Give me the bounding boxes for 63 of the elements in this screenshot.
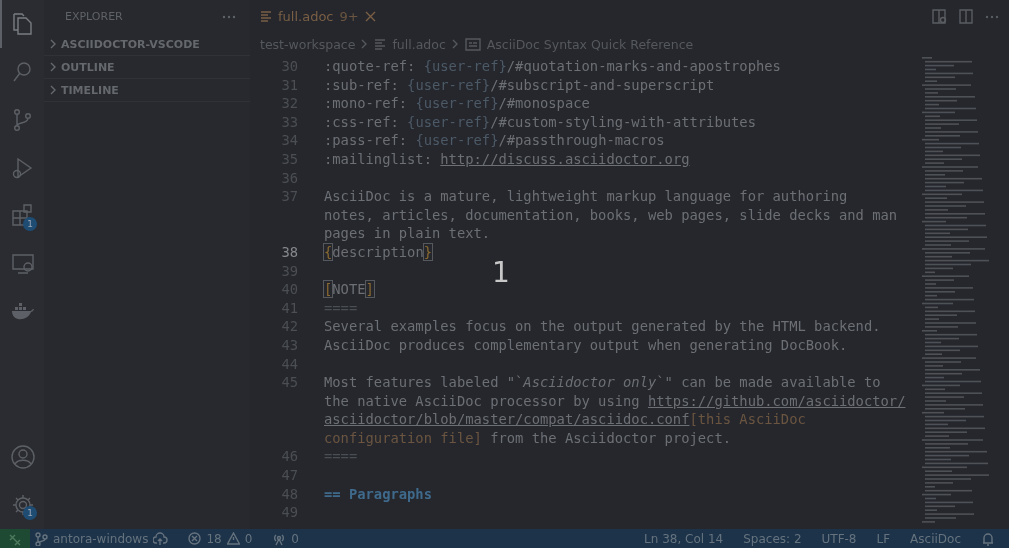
more-actions-icon[interactable] (222, 14, 236, 19)
file-lines-icon (260, 10, 272, 23)
settings-gear-icon (10, 492, 36, 518)
more-actions-icon[interactable] (985, 14, 999, 19)
code-line: :mailinglist: http://discuss.asciidoctor.org (323, 149, 690, 169)
ports-count[interactable]: 0 (291, 531, 299, 546)
code-line: :css-ref: {user-ref}/#custom-styling-with-attributes (323, 112, 756, 132)
section-header[interactable]: TIMELINE (44, 79, 250, 102)
branch-name[interactable]: antora-windows (53, 531, 149, 546)
warning-count[interactable]: 0 (244, 531, 253, 546)
error-count[interactable]: 18 (206, 531, 222, 546)
chevron-icon (49, 39, 57, 49)
code-line: Most features labeled "`Asciidoctor only`" can be made available to (323, 373, 881, 392)
section-header[interactable]: ASCIIDOCTOR-VSCODE (44, 33, 250, 56)
code-line: Several examples focus on the output generated by the HTML backend. (323, 317, 881, 336)
error-icon[interactable] (188, 532, 202, 545)
status-item[interactable]: LF (876, 531, 891, 546)
file-lines-icon (374, 37, 387, 51)
section-header[interactable]: OUTLINE (44, 56, 250, 79)
code-line: AsciiDoc is a mature, lightweight markup language for authoring (323, 187, 848, 206)
code-line: AsciiDoc produces complementary output when generating DocBook. (323, 335, 848, 355)
remote-explorer-icon (10, 251, 36, 277)
line-number: 38 (280, 242, 298, 262)
code-line: notes, articles, documentation, books, web pages, slide decks and man (323, 205, 898, 225)
problem-count: 9+ (339, 9, 359, 24)
warning-icon[interactable] (226, 532, 240, 545)
chevron-icon (361, 39, 369, 49)
status-item[interactable]: UTF-8 (821, 531, 857, 546)
status-item[interactable]: Ln 38, Col 14 (644, 531, 724, 546)
symbol-icon (464, 37, 481, 51)
code-line: configuration file] from the Asciidoctor project. (323, 428, 732, 448)
activity-item[interactable]: 1 (0, 481, 44, 529)
cloud-upload-icon[interactable] (153, 531, 169, 546)
chevron-icon (451, 39, 459, 49)
explorer-title: EXPLORER (65, 10, 123, 23)
chevron-icon (49, 85, 57, 95)
split-editor-icon[interactable] (959, 9, 973, 24)
code-line: ==== (323, 298, 358, 318)
code-line: pages in plain text. (323, 224, 491, 243)
code-line: [NOTE] (323, 280, 374, 299)
code-line: :sub-ref: {user-ref}/#subscript-and-superscript (323, 75, 715, 95)
code-line: :mono-ref: {user-ref}/#monospace (323, 94, 590, 113)
code-line: :quote-ref: {user-ref}/#quotation-marks-and-apostrophes (323, 57, 781, 76)
code-line: :pass-ref: {user-ref}/#passthrough-macros (323, 131, 665, 150)
status-item[interactable]: AsciiDoc (910, 531, 961, 546)
code-line: == Paragraphs (323, 484, 432, 504)
account-icon (10, 444, 36, 470)
activity-item[interactable]: 1 (0, 192, 44, 240)
status-item[interactable]: Spaces: 2 (743, 531, 802, 546)
code-line: asciidoctor/blob/master/compat/asciidoc.conf[this AsciiDoc (323, 410, 806, 429)
code-line: {description} (323, 242, 432, 262)
notification-badge: 1 (23, 506, 37, 520)
code-line: ==== (323, 447, 358, 467)
remote-button[interactable] (0, 529, 30, 548)
close-icon[interactable] (364, 11, 376, 22)
bell-icon[interactable] (981, 531, 995, 546)
preview-side-icon[interactable] (932, 9, 947, 24)
tab-title: full.adoc (278, 9, 334, 24)
code-line: the native AsciiDoc processor by using https://github.com/asciidoctor/ (323, 391, 906, 411)
branch-icon[interactable] (35, 531, 48, 546)
chevron-icon (49, 62, 57, 72)
countdown-number: 1 (492, 256, 510, 289)
notification-badge: 1 (23, 217, 37, 231)
